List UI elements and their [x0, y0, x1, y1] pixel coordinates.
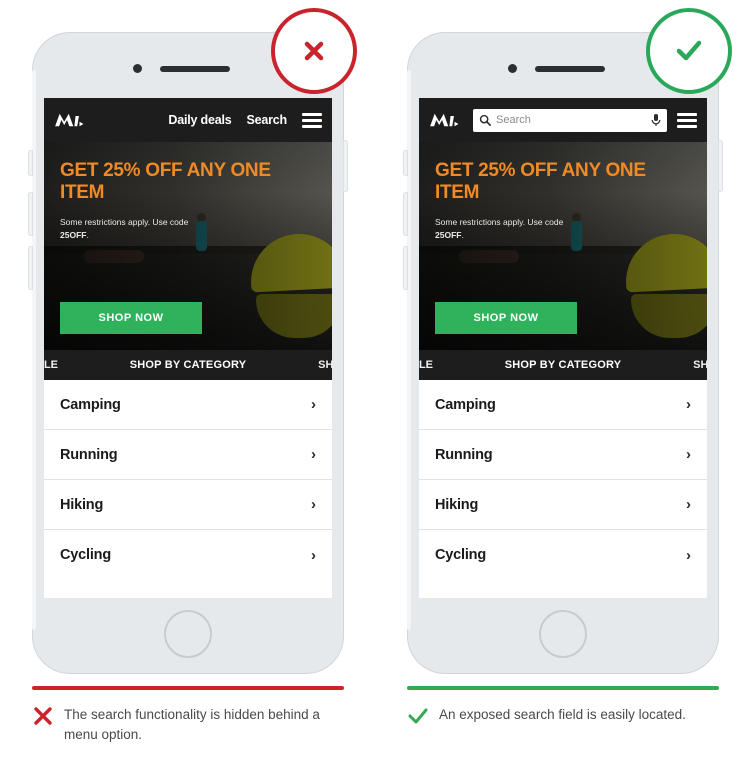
- phone-mockup: Search GET 25% OFF ANY ONE ITEM Some res…: [403, 32, 723, 674]
- tab-shop-by-category[interactable]: SHOP BY CATEGORY: [505, 359, 621, 371]
- category-label: Hiking: [60, 496, 104, 513]
- hero-banner: GET 25% OFF ANY ONE ITEM Some restrictio…: [419, 142, 707, 350]
- category-label: Running: [60, 446, 118, 463]
- tab-partial-left[interactable]: ALE: [419, 359, 433, 371]
- hero-subtext-suffix: .: [461, 230, 464, 241]
- nav-link-daily-deals[interactable]: Daily deals: [168, 113, 231, 127]
- earpiece-speaker: [535, 66, 605, 72]
- tab-partial-right[interactable]: SHO: [693, 359, 707, 371]
- category-list: Camping › Running › Hiking › Cycling ›: [419, 380, 707, 580]
- hamburger-menu-icon[interactable]: [677, 112, 697, 128]
- phone-volume-up-button: [403, 192, 408, 236]
- list-item[interactable]: Running ›: [44, 430, 332, 480]
- tab-partial-right[interactable]: SHO: [318, 359, 332, 371]
- category-label: Hiking: [435, 496, 479, 513]
- caption-text: An exposed search field is easily locate…: [439, 707, 686, 722]
- category-list: Camping › Running › Hiking › Cycling ›: [44, 380, 332, 580]
- category-tab-strip[interactable]: ALE SHOP BY CATEGORY SHO: [419, 350, 707, 380]
- category-label: Running: [435, 446, 493, 463]
- panel-good-example: Search GET 25% OFF ANY ONE ITEM Some res…: [375, 0, 750, 771]
- chevron-right-icon: ›: [311, 396, 316, 413]
- category-label: Cycling: [60, 547, 111, 563]
- chevron-right-icon: ›: [686, 446, 691, 463]
- x-mark-icon: [34, 707, 52, 725]
- earpiece-speaker: [160, 66, 230, 72]
- brand-logo-m-icon[interactable]: [54, 110, 88, 130]
- caption-text: The search functionality is hidden behin…: [64, 707, 320, 742]
- phone-mute-switch: [403, 150, 408, 176]
- tab-partial-left[interactable]: ALE: [44, 359, 58, 371]
- chevron-right-icon: ›: [686, 496, 691, 513]
- comparison-figure: Daily deals Search GET 25% OFF ANY ONE I…: [0, 0, 750, 771]
- search-input[interactable]: Search: [473, 108, 667, 132]
- category-label: Camping: [60, 396, 121, 413]
- header-nav-links: Daily deals Search: [168, 112, 322, 128]
- hero-subtext: Some restrictions apply. Use code 25OFF.: [60, 216, 210, 242]
- list-item[interactable]: Hiking ›: [419, 480, 707, 530]
- check-mark-icon: [676, 40, 702, 61]
- list-item[interactable]: Camping ›: [419, 380, 707, 430]
- home-button[interactable]: [164, 610, 212, 658]
- hero-content: GET 25% OFF ANY ONE ITEM Some restrictio…: [60, 160, 318, 242]
- tab-shop-by-category[interactable]: SHOP BY CATEGORY: [130, 359, 246, 371]
- chevron-right-icon: ›: [311, 496, 316, 513]
- shop-now-button[interactable]: SHOP NOW: [435, 302, 577, 334]
- hero-banner: GET 25% OFF ANY ONE ITEM Some restrictio…: [44, 142, 332, 350]
- hero-subtext-suffix: .: [86, 230, 89, 241]
- phone-mute-switch: [28, 150, 33, 176]
- hero-title: GET 25% OFF ANY ONE ITEM: [435, 160, 646, 204]
- shop-now-button[interactable]: SHOP NOW: [60, 302, 202, 334]
- phone-power-button: [718, 140, 723, 192]
- chevron-right-icon: ›: [311, 546, 316, 564]
- check-mark-icon: [408, 708, 428, 724]
- phone-volume-down-button: [403, 246, 408, 290]
- chevron-right-icon: ›: [686, 546, 691, 564]
- status-badge-positive: [646, 8, 732, 94]
- hero-subtext-prefix: Some restrictions apply. Use code: [435, 217, 564, 228]
- hero-promo-code: 25OFF: [435, 230, 462, 241]
- microphone-icon[interactable]: [651, 113, 661, 127]
- app-header: Search: [419, 98, 707, 142]
- front-camera: [133, 64, 142, 73]
- chevron-right-icon: ›: [311, 446, 316, 463]
- magnifier-icon: [479, 114, 491, 126]
- chevron-right-icon: ›: [686, 396, 691, 413]
- front-camera: [508, 64, 517, 73]
- caption-rule: [407, 686, 719, 690]
- caption-block: The search functionality is hidden behin…: [32, 686, 344, 744]
- list-item[interactable]: Running ›: [419, 430, 707, 480]
- hero-subtext-prefix: Some restrictions apply. Use code: [60, 217, 189, 228]
- caption-rule: [32, 686, 344, 690]
- home-button[interactable]: [539, 610, 587, 658]
- category-label: Camping: [435, 396, 496, 413]
- list-item[interactable]: Cycling ›: [419, 530, 707, 580]
- app-header: Daily deals Search: [44, 98, 332, 142]
- hero-content: GET 25% OFF ANY ONE ITEM Some restrictio…: [435, 160, 693, 242]
- caption-body: The search functionality is hidden behin…: [32, 705, 344, 744]
- category-label: Cycling: [435, 547, 486, 563]
- nav-link-search[interactable]: Search: [247, 113, 288, 127]
- phone-screen: Search GET 25% OFF ANY ONE ITEM Some res…: [419, 98, 707, 598]
- list-item[interactable]: Camping ›: [44, 380, 332, 430]
- search-input-placeholder: Search: [496, 114, 531, 126]
- caption-body: An exposed search field is easily locate…: [407, 705, 719, 727]
- brand-logo-m-icon[interactable]: [429, 110, 463, 130]
- hamburger-menu-icon[interactable]: [302, 112, 322, 128]
- phone-mockup: Daily deals Search GET 25% OFF ANY ONE I…: [28, 32, 348, 674]
- hero-title: GET 25% OFF ANY ONE ITEM: [60, 160, 271, 204]
- hero-subtext: Some restrictions apply. Use code 25OFF.: [435, 216, 585, 242]
- phone-volume-up-button: [28, 192, 33, 236]
- caption-block: An exposed search field is easily locate…: [407, 686, 719, 727]
- panel-bad-example: Daily deals Search GET 25% OFF ANY ONE I…: [0, 0, 375, 771]
- hero-promo-code: 25OFF: [60, 230, 87, 241]
- x-mark-icon: [304, 41, 324, 61]
- phone-screen: Daily deals Search GET 25% OFF ANY ONE I…: [44, 98, 332, 598]
- status-badge-negative: [271, 8, 357, 94]
- list-item[interactable]: Cycling ›: [44, 530, 332, 580]
- phone-power-button: [343, 140, 348, 192]
- list-item[interactable]: Hiking ›: [44, 480, 332, 530]
- category-tab-strip[interactable]: ALE SHOP BY CATEGORY SHO: [44, 350, 332, 380]
- phone-volume-down-button: [28, 246, 33, 290]
